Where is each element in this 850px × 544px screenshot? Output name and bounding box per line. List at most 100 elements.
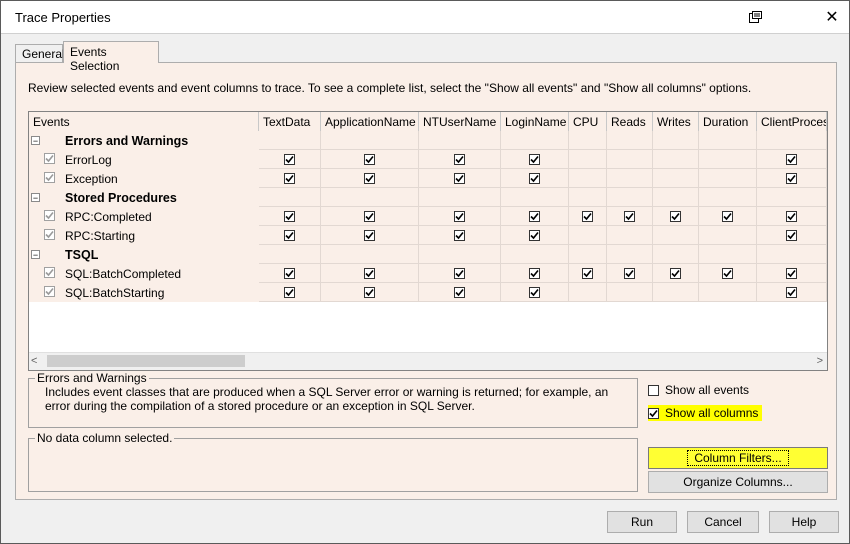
grid-cell[interactable]: [607, 283, 653, 302]
grid-cell[interactable]: [259, 169, 321, 188]
grid-cell[interactable]: [757, 283, 827, 302]
grid-cell[interactable]: [321, 264, 419, 283]
column-filters-button[interactable]: Column Filters...: [648, 447, 828, 469]
grid-cell[interactable]: [501, 207, 569, 226]
collapse-icon[interactable]: −: [31, 193, 40, 203]
column-checkbox[interactable]: [529, 286, 540, 298]
event-row[interactable]: SQL:BatchStarting: [29, 283, 827, 302]
column-checkbox[interactable]: [284, 229, 295, 241]
tab-events-selection[interactable]: Events Selection: [63, 41, 159, 73]
column-checkbox[interactable]: [786, 267, 797, 279]
column-header[interactable]: Reads: [607, 112, 653, 131]
grid-cell[interactable]: [419, 283, 501, 302]
grid-cell[interactable]: [501, 283, 569, 302]
scroll-left-icon[interactable]: <: [31, 355, 37, 367]
column-header[interactable]: NTUserName: [419, 112, 501, 131]
column-checkbox[interactable]: [786, 172, 797, 184]
grid-cell[interactable]: [419, 150, 501, 169]
column-checkbox[interactable]: [670, 267, 681, 279]
grid-cell[interactable]: [259, 264, 321, 283]
event-checkbox[interactable]: [44, 172, 55, 183]
grid-cell[interactable]: [501, 150, 569, 169]
horizontal-scrollbar[interactable]: < >: [29, 352, 827, 370]
show-all-columns-checkbox[interactable]: [648, 407, 659, 419]
grid-cell[interactable]: [607, 226, 653, 245]
column-checkbox[interactable]: [364, 172, 375, 184]
category-row[interactable]: − Stored Procedures: [29, 188, 827, 207]
grid-cell[interactable]: [259, 226, 321, 245]
event-checkbox[interactable]: [44, 286, 55, 297]
grid-cell[interactable]: [757, 169, 827, 188]
column-checkbox[interactable]: [364, 153, 375, 165]
column-checkbox[interactable]: [582, 267, 593, 279]
grid-cell[interactable]: [419, 169, 501, 188]
organize-columns-button[interactable]: Organize Columns...: [648, 471, 828, 493]
grid-cell[interactable]: [653, 226, 699, 245]
column-checkbox[interactable]: [364, 286, 375, 298]
grid-cell[interactable]: [569, 283, 607, 302]
grid-cell[interactable]: [653, 207, 699, 226]
column-checkbox[interactable]: [786, 153, 797, 165]
grid-cell[interactable]: [321, 169, 419, 188]
show-all-events-option[interactable]: Show all events: [648, 383, 749, 397]
column-header[interactable]: LoginName: [501, 112, 569, 131]
grid-cell[interactable]: [569, 169, 607, 188]
column-header[interactable]: Writes: [653, 112, 699, 131]
grid-cell[interactable]: [419, 207, 501, 226]
grid-cell[interactable]: [321, 226, 419, 245]
column-checkbox[interactable]: [786, 210, 797, 222]
column-checkbox[interactable]: [624, 267, 635, 279]
column-header[interactable]: CPU: [569, 112, 607, 131]
column-checkbox[interactable]: [786, 286, 797, 298]
grid-cell[interactable]: [419, 226, 501, 245]
column-header[interactable]: ApplicationName: [321, 112, 419, 131]
grid-cell[interactable]: [757, 264, 827, 283]
event-row[interactable]: ErrorLog: [29, 150, 827, 169]
column-checkbox[interactable]: [454, 267, 465, 279]
event-checkbox[interactable]: [44, 210, 55, 221]
column-checkbox[interactable]: [284, 267, 295, 279]
grid-cell[interactable]: [501, 226, 569, 245]
show-all-events-checkbox[interactable]: [648, 384, 659, 396]
show-all-columns-option[interactable]: Show all columns: [648, 405, 763, 421]
column-header[interactable]: ClientProcessI: [757, 112, 827, 131]
grid-cell[interactable]: [699, 169, 757, 188]
column-checkbox[interactable]: [284, 172, 295, 184]
column-checkbox[interactable]: [454, 286, 465, 298]
event-checkbox[interactable]: [44, 229, 55, 240]
grid-cell[interactable]: [569, 226, 607, 245]
event-row[interactable]: RPC:Completed: [29, 207, 827, 226]
event-row[interactable]: RPC:Starting: [29, 226, 827, 245]
category-row[interactable]: − Errors and Warnings: [29, 131, 827, 150]
column-checkbox[interactable]: [364, 229, 375, 241]
column-checkbox[interactable]: [722, 210, 733, 222]
grid-cell[interactable]: [321, 283, 419, 302]
column-checkbox[interactable]: [624, 210, 635, 222]
category-row[interactable]: − TSQL: [29, 245, 827, 264]
grid-cell[interactable]: [259, 283, 321, 302]
grid-cell[interactable]: [321, 150, 419, 169]
column-checkbox[interactable]: [364, 267, 375, 279]
grid-cell[interactable]: [653, 283, 699, 302]
column-checkbox[interactable]: [722, 267, 733, 279]
event-checkbox[interactable]: [44, 153, 55, 164]
grid-cell[interactable]: [569, 264, 607, 283]
grid-cell[interactable]: [607, 169, 653, 188]
column-checkbox[interactable]: [529, 229, 540, 241]
restore-icon[interactable]: [745, 7, 767, 27]
grid-cell[interactable]: [699, 283, 757, 302]
grid-cell[interactable]: [321, 207, 419, 226]
column-checkbox[interactable]: [786, 229, 797, 241]
column-checkbox[interactable]: [454, 172, 465, 184]
grid-cell[interactable]: [653, 150, 699, 169]
collapse-icon[interactable]: −: [31, 136, 40, 146]
event-checkbox[interactable]: [44, 267, 55, 278]
grid-cell[interactable]: [699, 226, 757, 245]
grid-cell[interactable]: [757, 207, 827, 226]
column-checkbox[interactable]: [284, 210, 295, 222]
grid-cell[interactable]: [569, 150, 607, 169]
column-checkbox[interactable]: [284, 286, 295, 298]
run-button[interactable]: Run: [607, 511, 677, 533]
event-row[interactable]: Exception: [29, 169, 827, 188]
column-checkbox[interactable]: [454, 229, 465, 241]
